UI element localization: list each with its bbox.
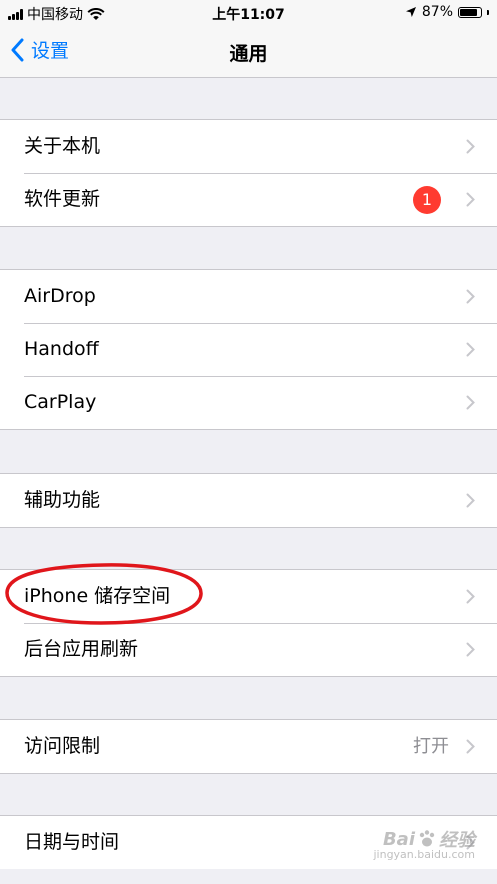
chevron-right-icon bbox=[466, 589, 475, 604]
settings-group-restrictions: 访问限制 打开 bbox=[0, 719, 497, 774]
page-title: 通用 bbox=[229, 43, 268, 65]
chevron-right-icon bbox=[466, 139, 475, 154]
settings-row-label: AirDrop bbox=[24, 285, 96, 307]
signal-icon bbox=[8, 8, 23, 20]
status-bar: 中国移动 上午11:07 87% bbox=[0, 0, 497, 26]
settings-row-airdrop[interactable]: AirDrop bbox=[0, 270, 497, 323]
watermark-brand: Bai bbox=[382, 828, 415, 850]
battery-percent: 87% bbox=[421, 4, 453, 20]
status-left: 中国移动 bbox=[8, 4, 105, 24]
settings-row-handoff[interactable]: Handoff bbox=[0, 323, 497, 376]
carrier-name: 中国移动 bbox=[27, 7, 83, 23]
paw-icon bbox=[419, 830, 435, 847]
chevron-right-icon bbox=[466, 642, 475, 657]
chevron-right-icon bbox=[466, 395, 475, 410]
settings-row-label: 日期与时间 bbox=[24, 831, 120, 853]
chevron-right-icon bbox=[466, 493, 475, 508]
settings-row-label: 关于本机 bbox=[24, 135, 101, 157]
settings-row-label: 后台应用刷新 bbox=[24, 638, 139, 660]
chevron-right-icon bbox=[466, 192, 475, 207]
settings-group-continuity: AirDrop Handoff CarPlay bbox=[0, 269, 497, 430]
settings-row-restrictions[interactable]: 访问限制 打开 bbox=[0, 720, 497, 773]
settings-group-accessibility: 辅助功能 bbox=[0, 473, 497, 528]
location-arrow-icon bbox=[405, 7, 416, 17]
navigation-bar: 设置 通用 bbox=[0, 26, 497, 78]
annotation-ellipse bbox=[5, 563, 203, 625]
chevron-right-icon bbox=[466, 289, 475, 304]
battery-fill bbox=[460, 8, 478, 16]
settings-row-label: 软件更新 bbox=[24, 188, 101, 210]
chevron-right-icon bbox=[466, 342, 475, 357]
battery-icon bbox=[458, 6, 482, 18]
settings-row-accessibility[interactable]: 辅助功能 bbox=[0, 474, 497, 527]
status-right: 87% bbox=[405, 4, 489, 20]
chevron-right-icon bbox=[466, 739, 475, 754]
settings-row-about[interactable]: 关于本机 bbox=[0, 120, 497, 173]
settings-row-carplay[interactable]: CarPlay bbox=[0, 376, 497, 429]
baidu-watermark: Bai 经验 jingyan.baidu.com bbox=[373, 826, 475, 862]
watermark-url: jingyan.baidu.com bbox=[373, 848, 475, 861]
battery-cap bbox=[487, 9, 489, 15]
settings-group-about: 关于本机 软件更新 1 bbox=[0, 119, 497, 227]
restrictions-status: 打开 bbox=[413, 736, 449, 757]
settings-row-software-update[interactable]: 软件更新 1 bbox=[0, 173, 497, 226]
settings-row-background-refresh[interactable]: 后台应用刷新 bbox=[0, 623, 497, 676]
update-badge: 1 bbox=[413, 186, 441, 214]
wifi-icon bbox=[87, 7, 105, 20]
settings-row-label: 访问限制 bbox=[24, 735, 101, 757]
settings-row-label: Handoff bbox=[24, 338, 99, 360]
settings-row-label: 辅助功能 bbox=[24, 489, 101, 511]
settings-row-label: CarPlay bbox=[24, 391, 97, 413]
